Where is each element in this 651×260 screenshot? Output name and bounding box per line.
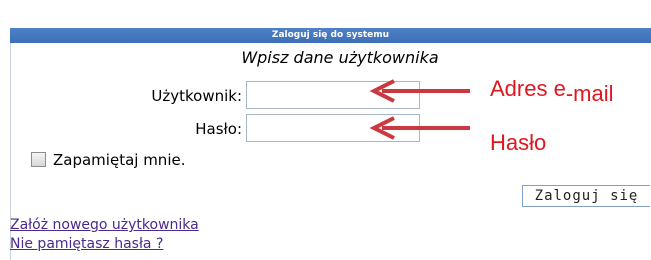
panel-header: Zaloguj się do systemu: [10, 28, 651, 43]
remember-checkbox[interactable]: [31, 152, 46, 167]
form-subtitle: Wpisz dane użytkownika: [241, 48, 439, 67]
left-arrow-icon: [369, 79, 470, 103]
remember-label: Zapamiętaj mnie.: [53, 151, 186, 169]
password-annotation: Hasło: [490, 130, 547, 155]
register-link[interactable]: Załóż nowego użytkownika: [10, 217, 199, 233]
login-button[interactable]: Zaloguj się: [522, 185, 650, 207]
password-label: Hasło:: [195, 120, 242, 138]
email-annotation-part2: -mail: [565, 81, 614, 106]
email-annotation-part1: Adres e: [490, 76, 566, 101]
username-label: Użytkownik:: [151, 87, 242, 105]
left-arrow-icon: [369, 116, 470, 140]
email-annotation: Adres e-mail: [490, 76, 614, 106]
forgot-password-link[interactable]: Nie pamiętasz hasła ?: [10, 236, 163, 252]
